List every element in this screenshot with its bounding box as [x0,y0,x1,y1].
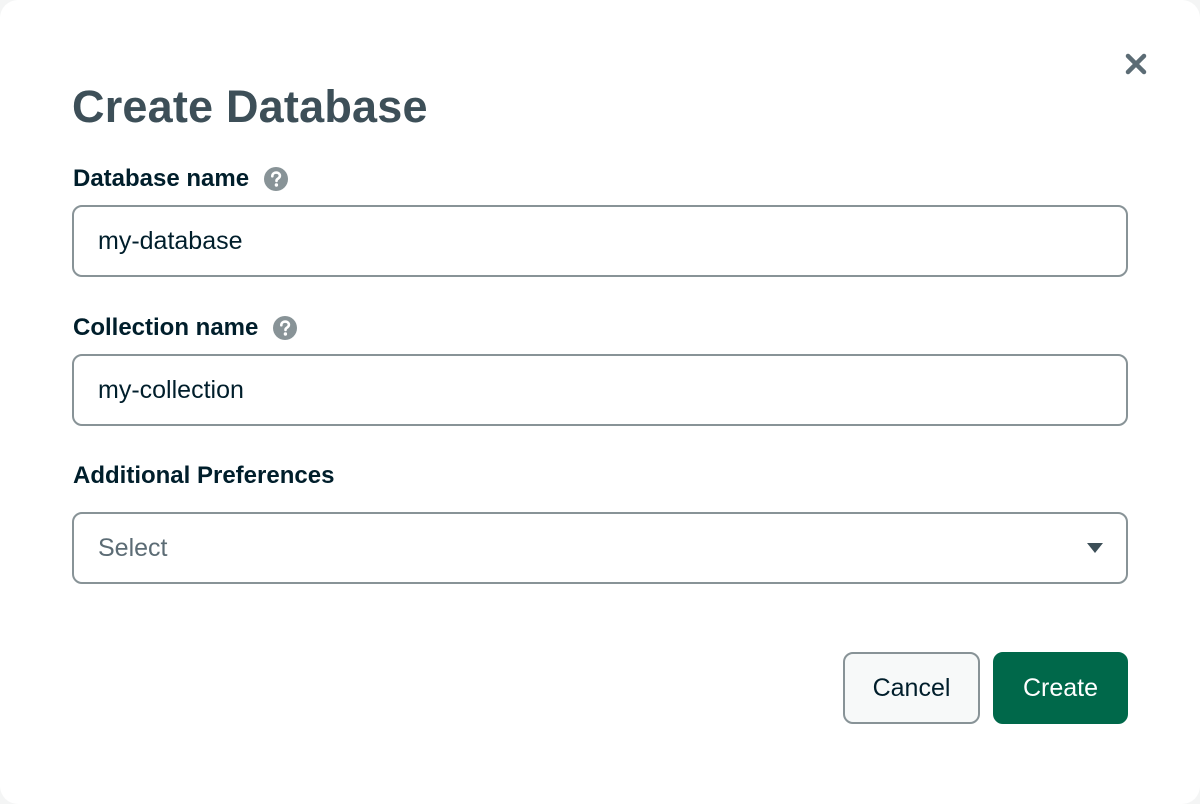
database-name-label-row: Database name [73,164,289,194]
close-button[interactable] [1118,46,1154,82]
caret-down-icon [1087,543,1103,553]
close-icon [1125,53,1147,75]
create-button[interactable]: Create [993,652,1128,724]
additional-preferences-label: Additional Preferences [73,462,335,489]
cancel-button[interactable]: Cancel [843,652,980,724]
database-name-label: Database name [73,165,250,192]
collection-name-input[interactable] [72,354,1128,426]
database-name-input[interactable] [72,205,1128,277]
question-circle-icon[interactable] [263,166,289,192]
dialog-title: Create Database [72,81,428,132]
collection-name-label: Collection name [73,314,259,341]
question-circle-icon[interactable] [272,315,298,341]
create-database-dialog: Create Database Database name Collection… [0,0,1200,804]
select-placeholder: Select [98,533,168,562]
collection-name-label-row: Collection name [73,313,298,343]
additional-preferences-select[interactable]: Select [72,512,1128,584]
additional-preferences-label-row: Additional Preferences [73,461,334,491]
